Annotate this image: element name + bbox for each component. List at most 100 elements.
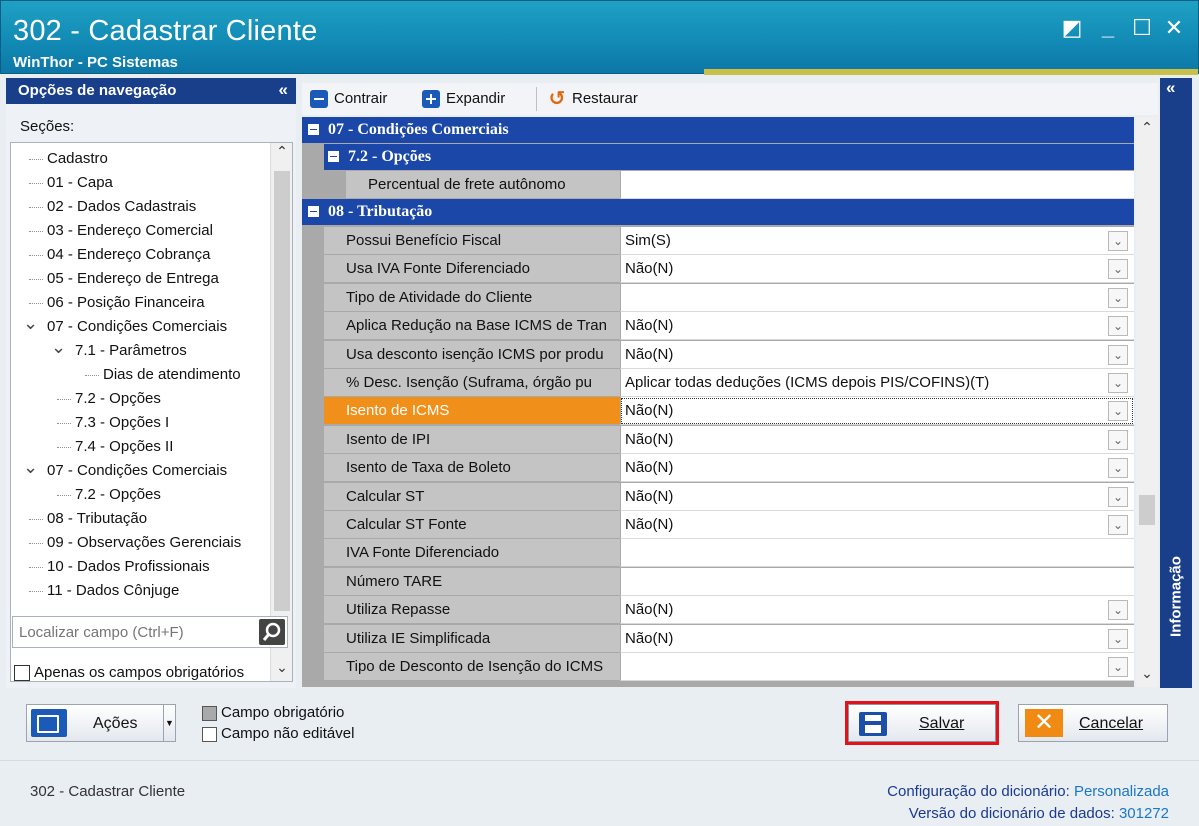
property-row[interactable]: Utiliza Repasse Não(N) ⌄ [302,596,1134,624]
maximize-icon[interactable]: ☐ [1129,15,1155,41]
chevron-down-icon[interactable]: ⌄ [23,455,38,479]
tree-item[interactable]: 04 - Endereço Cobrança [11,243,269,267]
category-tributacao[interactable]: 08 - Tributação [302,199,1134,225]
tree-scroll-thumb[interactable] [274,171,290,611]
search-field[interactable] [12,616,288,648]
minimize-icon[interactable]: _ [1095,15,1121,41]
subcategory-opcoes[interactable]: 7.2 - Opções [324,144,1134,170]
property-row[interactable]: Número TARE [302,568,1134,596]
property-value[interactable]: Não(N) ⌄ [620,511,1134,539]
tree-item[interactable]: Dias de atendimento [11,363,269,387]
tree-item[interactable]: 03 - Endereço Comercial [11,219,269,243]
scroll-up-icon[interactable]: ⌃ [271,143,292,165]
dropdown-arrow-icon[interactable]: ⌄ [1108,316,1128,336]
restaurar-button[interactable]: ↺ Restaurar [548,87,638,111]
close-icon[interactable]: ✕ [1161,15,1187,41]
tree-item[interactable]: ⌄ 07 - Condições Comerciais [11,313,269,339]
salvar-button[interactable]: Salvar [845,701,999,745]
collapse-nav-icon[interactable]: « [279,80,288,100]
property-value[interactable]: Não(N) ⌄ [620,596,1134,624]
dropdown-arrow-icon[interactable]: ⌄ [1108,345,1128,365]
dropdown-arrow-icon[interactable]: ⌄ [1108,600,1128,620]
dropdown-arrow-icon[interactable]: ⌄ [1108,487,1128,507]
property-row[interactable]: Isento de IPI Não(N) ⌄ [302,426,1134,454]
property-value[interactable]: ⌄ [620,653,1134,681]
property-row[interactable]: IVA Fonte Diferenciado [302,539,1134,567]
tree-item[interactable]: 11 - Dados Cônjuge [11,579,269,603]
chevron-down-icon[interactable]: ⌄ [23,311,38,335]
tree-item[interactable]: 7.3 - Opções I [11,411,269,435]
dropdown-arrow-icon[interactable]: ⌄ [1108,629,1128,649]
category-condicoes-comerciais[interactable]: 07 - Condições Comerciais [302,117,1134,143]
acoes-dropdown-icon[interactable]: ▼ [163,705,175,741]
cancelar-button[interactable]: ✕ Cancelar [1018,704,1168,742]
property-row-frete[interactable]: Percentual de frete autônomo [302,171,1134,199]
search-input[interactable] [19,621,257,643]
property-row[interactable]: Calcular ST Fonte Não(N) ⌄ [302,511,1134,539]
grid-scroll-thumb[interactable] [1139,495,1155,525]
tree-item[interactable]: 02 - Dados Cadastrais [11,195,269,219]
property-row[interactable]: Isento de ICMS Não(N) ⌄ [302,397,1134,425]
dropdown-arrow-icon[interactable]: ⌄ [1108,259,1128,279]
dropdown-arrow-icon[interactable]: ⌄ [1108,288,1128,308]
property-row[interactable]: Isento de Taxa de Boleto Não(N) ⌄ [302,454,1134,482]
property-value[interactable]: Não(N) ⌄ [620,341,1134,369]
required-only-row[interactable]: Apenas os campos obrigatórios [14,664,244,682]
property-value[interactable]: Aplicar todas deduções (ICMS depois PIS/… [620,369,1134,397]
scroll-up-icon[interactable]: ⌃ [1136,119,1158,141]
chevron-down-icon[interactable]: ⌄ [51,335,66,359]
tree-item[interactable]: 7.2 - Opções [11,483,269,507]
tree-item[interactable]: 10 - Dados Profissionais [11,555,269,579]
dropdown-arrow-icon[interactable]: ⌄ [1108,231,1128,251]
search-icon[interactable] [259,619,285,645]
property-row[interactable]: Usa IVA Fonte Diferenciado Não(N) ⌄ [302,255,1134,283]
tree-item[interactable]: 01 - Capa [11,171,269,195]
tree-item[interactable]: 06 - Posição Financeira [11,291,269,315]
property-value-input[interactable] [620,171,1134,199]
grid-scrollbar[interactable]: ⌃ ⌄ [1136,117,1158,687]
property-value[interactable]: Sim(S) ⌄ [620,227,1134,255]
property-row[interactable]: % Desc. Isenção (Suframa, órgão pu Aplica… [302,369,1134,397]
tree-scrollbar[interactable]: ⌃ ⌄ [270,143,292,681]
tree-item[interactable]: 05 - Endereço de Entrega [11,267,269,291]
property-value[interactable]: Não(N) ⌄ [620,255,1134,283]
property-row[interactable]: Aplica Redução na Base ICMS de Tran Não(N… [302,312,1134,340]
tree-item[interactable]: 7.4 - Opções II [11,435,269,459]
property-value[interactable]: Não(N) ⌄ [620,426,1134,454]
tree-item[interactable]: Cadastro [11,147,269,171]
dropdown-arrow-icon[interactable]: ⌄ [1108,458,1128,478]
acoes-button[interactable]: Ações ▼ [26,704,176,742]
collapse-box-icon[interactable] [308,206,319,217]
dropdown-arrow-icon[interactable]: ⌄ [1108,373,1128,393]
info-panel[interactable]: « Informação [1160,78,1192,688]
dropdown-arrow-icon[interactable]: ⌄ [1108,657,1128,677]
property-value[interactable]: Não(N) ⌄ [620,397,1134,425]
property-value[interactable]: Não(N) ⌄ [620,312,1134,340]
property-value[interactable] [620,568,1134,596]
property-row[interactable]: Utiliza IE Simplificada Não(N) ⌄ [302,625,1134,653]
property-row[interactable]: Tipo de Desconto de Isenção do ICMS ⌄ [302,653,1134,681]
property-value[interactable]: ⌄ [620,284,1134,312]
property-value[interactable]: Não(N) ⌄ [620,483,1134,511]
property-value[interactable]: Não(N) ⌄ [620,625,1134,653]
tree-item[interactable]: 09 - Observações Gerenciais [11,531,269,555]
tree-item[interactable]: ⌄ 7.1 - Parâmetros [11,337,269,363]
tree-item[interactable]: 08 - Tributação [11,507,269,531]
property-row[interactable]: Calcular ST Não(N) ⌄ [302,483,1134,511]
collapse-info-icon[interactable]: « [1166,78,1175,98]
property-row[interactable]: Usa desconto isenção ICMS por produ Não(N… [302,341,1134,369]
property-row[interactable]: Possui Benefício Fiscal Sim(S) ⌄ [302,227,1134,255]
scroll-down-icon[interactable]: ⌄ [1136,665,1158,687]
required-only-checkbox[interactable] [14,665,30,682]
dropdown-arrow-icon[interactable]: ⌄ [1108,430,1128,450]
contrair-button[interactable]: Contrair [310,87,387,111]
property-row[interactable]: Tipo de Atividade do Cliente ⌄ [302,284,1134,312]
dropdown-arrow-icon[interactable]: ⌄ [1108,401,1128,421]
expandir-button[interactable]: Expandir [422,87,505,111]
property-value[interactable]: Não(N) ⌄ [620,454,1134,482]
scroll-down-icon[interactable]: ⌄ [271,659,292,681]
tree-item[interactable]: 7.2 - Opções [11,387,269,411]
restore-window-icon[interactable]: ◩ [1059,15,1085,41]
collapse-box-icon[interactable] [308,124,319,135]
property-value[interactable] [620,539,1134,567]
